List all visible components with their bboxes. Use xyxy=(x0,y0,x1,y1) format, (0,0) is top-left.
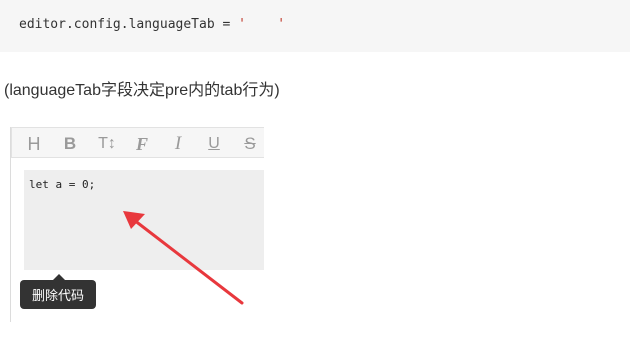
italic-glyph: I xyxy=(174,133,182,154)
pre-content: let a = 0; xyxy=(29,178,96,191)
bold-icon[interactable]: B xyxy=(58,133,82,155)
font-family-icon[interactable]: F xyxy=(130,133,154,155)
font-size-icon[interactable]: T↕ xyxy=(95,133,119,155)
italic-icon[interactable]: I xyxy=(166,133,190,155)
font-size-glyph: T↕ xyxy=(98,135,116,152)
code-prefix: editor.config.languageTab = xyxy=(19,17,239,32)
code-string: ' ' xyxy=(238,17,286,32)
caption-text: (languageTab字段决定pre内的tab行为) xyxy=(4,82,280,99)
delete-code-tooltip[interactable]: 删除代码 xyxy=(20,280,96,309)
heading-glyph: H xyxy=(27,133,41,154)
underline-icon[interactable]: U xyxy=(202,133,226,155)
code-pre-block[interactable]: let a = 0; xyxy=(24,170,264,270)
strikethrough-icon[interactable]: S xyxy=(238,133,262,155)
strikethrough-glyph: S xyxy=(244,134,256,153)
bold-glyph: B xyxy=(63,134,77,153)
underline-glyph: U xyxy=(208,135,220,152)
code-block: editor.config.languageTab = ' ' xyxy=(0,0,630,52)
font-family-glyph: F xyxy=(135,133,148,154)
tooltip-label: 删除代码 xyxy=(31,289,84,304)
code-line: editor.config.languageTab = ' ' xyxy=(19,17,285,32)
editor-toolbar: H B T↕ F I U S xyxy=(11,127,264,158)
heading-icon[interactable]: H xyxy=(22,133,46,155)
